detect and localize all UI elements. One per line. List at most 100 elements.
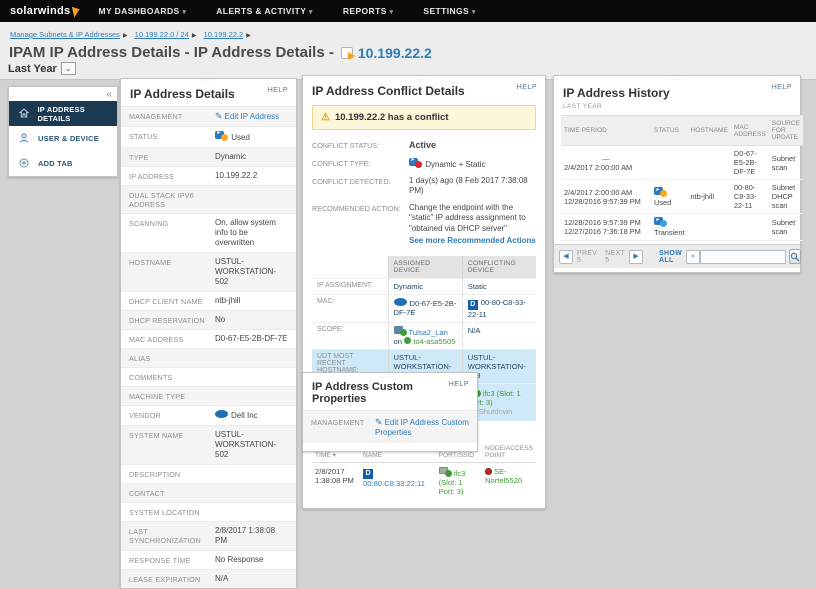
field-label: CONFLICT TYPE: [312, 158, 409, 170]
next-label: NEXT 5 [605, 250, 625, 264]
ip-address-details-panel: ::::: IP Address Details HELP MANAGEMENT… [120, 78, 297, 589]
column-header-source[interactable]: SOURCE FOR UPDATE [769, 116, 803, 146]
field-label: DHCP RESERVATION [129, 315, 215, 325]
breadcrumb-arrow-icon: ▶ [123, 33, 128, 39]
field-label: MACHINE TYPE [129, 391, 215, 401]
field-value: USTUL-WORKSTATION-502 [215, 430, 288, 460]
conflict-detected-row: CONFLICT DETECTED: 1 day(s) ago (8 Feb 2… [303, 173, 545, 200]
sidebar-item-ip-address-details[interactable]: IP ADDRESS DETAILS [9, 101, 117, 126]
event-mac-link[interactable]: 00:80:C8:33:22:11 [363, 479, 425, 488]
help-link[interactable]: HELP [517, 84, 537, 91]
field-label: VENDOR [129, 410, 215, 421]
history-pager: ◀ PREV 5 NEXT 5 ▶ SHOW ALL » [554, 244, 800, 268]
field-value: Dynamic [215, 152, 288, 162]
drag-handle[interactable]: ::::: [417, 77, 430, 81]
field-label: DHCP CLIENT NAME [129, 296, 215, 306]
detail-row: DESCRIPTION [121, 464, 296, 483]
history-search-input[interactable] [700, 250, 786, 264]
column-header-status[interactable]: STATUS [651, 116, 688, 146]
conflict-type-value: Dynamic + Static [409, 158, 536, 170]
management-row: MANAGEMENT ✎Edit IP Address [121, 106, 296, 126]
nav-my-dashboards[interactable]: MY DASHBOARDS ▾ [98, 6, 186, 16]
breadcrumb-link-subnet[interactable]: 10.199.22.0 / 24 [135, 30, 189, 39]
detail-row: DHCP RESERVATIONNo [121, 310, 296, 329]
used-status-icon [654, 187, 668, 197]
column-header-node[interactable]: NODE/ACCESS POINT [482, 442, 536, 463]
detail-row-vendor: VENDOR Dell Inc [121, 405, 296, 425]
scope-node-link[interactable]: to4-asa5505 [413, 337, 455, 346]
field-label: HOSTNAME [129, 257, 215, 287]
sort-desc-icon: ▾ [333, 452, 336, 459]
warning-icon: ⚠ [321, 112, 330, 123]
help-link[interactable]: HELP [449, 381, 469, 388]
help-link[interactable]: HELP [772, 84, 792, 91]
pencil-icon: ✎ [215, 111, 223, 121]
dell-vendor-icon [215, 410, 228, 418]
detail-row: LEASE EXPIRATIONN/A [121, 569, 296, 588]
detail-row: HOSTNAMEUSTUL-WORKSTATION-502 [121, 252, 296, 291]
column-header-hostname[interactable]: HOSTNAME [688, 116, 731, 146]
breadcrumb-link-ip[interactable]: 10.199.22.2 [204, 30, 244, 39]
search-button[interactable] [789, 249, 801, 264]
see-more-recommended-actions-link[interactable]: See more Recommended Actions [409, 236, 536, 246]
field-label: DESCRIPTION [129, 469, 215, 479]
field-label: SYSTEM LOCATION [129, 507, 215, 517]
nav-settings[interactable]: SETTINGS ▾ [423, 6, 475, 16]
field-value: 10.199.22.2 [215, 171, 288, 181]
drag-handle[interactable]: ::::: [670, 77, 683, 81]
search-icon [790, 252, 800, 262]
solarwinds-logo[interactable]: solarwinds [10, 5, 80, 17]
edit-custom-properties-link[interactable]: ✎Edit IP Address Custom Properties [375, 418, 469, 437]
field-value: D0-67-E5-2B-DF-7E [215, 334, 288, 344]
field-value [215, 353, 288, 363]
panel-title: IP Address Details [130, 87, 235, 101]
scope-link[interactable]: Tulsa2_Lan [409, 328, 448, 337]
nav-alerts-activity[interactable]: ALERTS & ACTIVITY ▾ [216, 6, 313, 16]
field-label: STATUS [129, 131, 215, 143]
field-label: CONTACT [129, 488, 215, 498]
event-time: 2/8/2017 1:38:08 PM [312, 463, 360, 505]
view-sidebar: « IP ADDRESS DETAILS USER & DEVICE ADD T… [8, 86, 118, 177]
nav-reports[interactable]: REPORTS ▾ [343, 6, 394, 16]
pencil-icon: ✎ [375, 417, 383, 427]
field-label: SYSTEM NAME [129, 430, 215, 460]
sidebar-item-add-tab[interactable]: ADD TAB [9, 151, 117, 176]
sidebar-item-user-device[interactable]: USER & DEVICE [9, 126, 117, 151]
field-label: MANAGEMENT [129, 111, 215, 122]
field-label: LAST SYNCHRONIZATION [129, 526, 215, 546]
edit-ip-address-link[interactable]: ✎Edit IP Address [215, 112, 279, 121]
column-header-mac-address[interactable]: MAC ADDRESS [731, 116, 769, 146]
field-label: MANAGEMENT [311, 417, 375, 437]
dlink-vendor-icon: D [468, 300, 478, 310]
plus-circle-icon [17, 158, 31, 170]
field-value [215, 391, 288, 401]
drag-handle[interactable]: ::::: [383, 374, 396, 378]
prev-page-button[interactable]: ◀ [559, 250, 573, 264]
table-row-mac: MAC: D0-67-E5-2B-DF-7E D00-80-C8-33-22-1… [312, 295, 536, 323]
field-label: MAC ADDRESS [129, 334, 215, 344]
panel-title: IP Address Conflict Details [312, 84, 465, 98]
detail-row: DHCP CLIENT NAMEntb-jhill [121, 291, 296, 310]
show-all-button[interactable]: » [686, 250, 700, 264]
detail-row: COMMENTS [121, 367, 296, 386]
field-value [215, 469, 288, 479]
time-period-selector[interactable]: Last Year ⌄ [8, 62, 76, 75]
page-title-ip: 10.199.22.2 [358, 45, 432, 61]
detail-row: SYSTEM LOCATION [121, 502, 296, 521]
chevron-down-icon: ▾ [390, 9, 394, 16]
ip-document-icon [341, 47, 353, 59]
home-icon [17, 108, 30, 120]
drag-handle[interactable]: ::::: [202, 80, 215, 84]
collapse-sidebar-icon[interactable]: « [106, 89, 112, 100]
show-all-link[interactable]: SHOW ALL [659, 250, 682, 264]
breadcrumb-link-subnets[interactable]: Manage Subnets & IP Addresses [10, 30, 120, 39]
interface-icon [439, 467, 452, 477]
node-up-status-icon [404, 337, 411, 344]
table-row-ip-assignment: IP ASSIGNMENT: Dynamic Static [312, 279, 536, 295]
chevron-down-icon: ▾ [472, 9, 476, 16]
next-page-button[interactable]: ▶ [629, 250, 643, 264]
help-link[interactable]: HELP [268, 87, 288, 94]
chevron-down-icon[interactable]: ⌄ [61, 62, 76, 75]
detail-row: DUAL STACK IPV6 ADDRESS [121, 185, 296, 213]
column-header-time-period[interactable]: TIME PERIOD [561, 116, 651, 146]
